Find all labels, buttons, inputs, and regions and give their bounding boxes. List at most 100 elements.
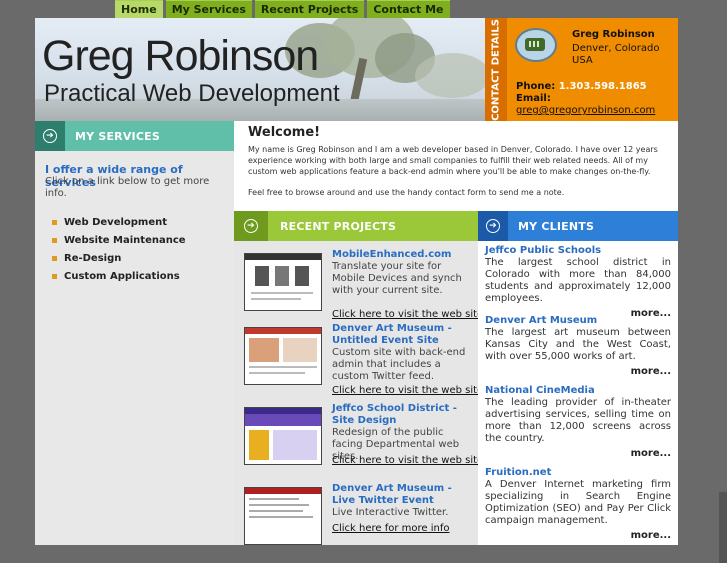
service-label: Web Development bbox=[64, 217, 168, 228]
thumbnail-block bbox=[283, 338, 317, 362]
telephone-icon bbox=[515, 28, 557, 62]
thumbnail-block bbox=[251, 298, 301, 300]
phone-number: 1.303.598.1865 bbox=[558, 81, 647, 92]
client-title[interactable]: Fruition.net bbox=[485, 467, 671, 479]
thumbnail-block bbox=[249, 498, 299, 500]
recent-projects-section: ➔ RECENT PROJECTS MobileEnhanced.com Tra… bbox=[234, 211, 483, 545]
client-title[interactable]: Denver Art Museum bbox=[485, 315, 671, 327]
arrow-right-icon: ➔ bbox=[43, 129, 57, 143]
more-link[interactable]: more... bbox=[485, 447, 671, 461]
thumbnail-block bbox=[249, 504, 309, 506]
welcome-paragraph: Feel free to browse around and use the h… bbox=[248, 188, 565, 197]
project-link[interactable]: Click here to visit the web site bbox=[332, 385, 483, 396]
tab-contact-me[interactable]: Contact Me bbox=[367, 0, 450, 18]
client-item: Denver Art Museum The largest art museum… bbox=[485, 315, 671, 379]
bullet-icon bbox=[52, 237, 57, 243]
tab-recent-projects[interactable]: Recent Projects bbox=[254, 0, 365, 18]
tab-my-services[interactable]: My Services bbox=[165, 0, 252, 18]
client-title[interactable]: National CineMedia bbox=[485, 385, 671, 397]
arrow-right-icon: ➔ bbox=[486, 219, 500, 233]
project-item: Denver Art Museum - Live Twitter Event L… bbox=[234, 483, 478, 563]
page-container: Greg Robinson Practical Web Development … bbox=[35, 18, 678, 545]
service-item-re-design[interactable]: Re-Design bbox=[52, 250, 186, 268]
contact-name: Greg Robinson bbox=[572, 29, 655, 40]
thumbnail-block bbox=[273, 430, 317, 460]
thumbnail-block bbox=[249, 430, 269, 460]
header-banner: Greg Robinson Practical Web Development bbox=[35, 18, 485, 121]
more-link[interactable]: more... bbox=[485, 529, 671, 543]
site-tagline: Practical Web Development bbox=[44, 80, 340, 107]
project-link[interactable]: Click here to visit the web site bbox=[332, 309, 483, 320]
projects-header: ➔ RECENT PROJECTS bbox=[234, 211, 478, 241]
clients-header: ➔ MY CLIENTS bbox=[478, 211, 678, 241]
services-list: Web Development Website Maintenance Re-D… bbox=[52, 214, 186, 286]
thumbnail-block bbox=[245, 414, 321, 426]
tab-home[interactable]: Home bbox=[115, 0, 163, 18]
service-item-custom-applications[interactable]: Custom Applications bbox=[52, 268, 186, 286]
thumbnail-bar bbox=[245, 488, 321, 494]
welcome-section: Welcome! My name is Greg Robinson and I … bbox=[248, 125, 668, 198]
projects-arrow-box: ➔ bbox=[234, 211, 268, 241]
project-thumbnail[interactable] bbox=[244, 327, 322, 385]
services-heading: MY SERVICES bbox=[75, 129, 160, 143]
services-header: ➔ MY SERVICES bbox=[35, 121, 234, 151]
email-link[interactable]: greg@gregoryrobinson.com bbox=[516, 105, 655, 116]
client-item: Jeffco Public Schools The largest school… bbox=[485, 245, 671, 321]
project-link[interactable]: Click here to visit the web site bbox=[332, 455, 483, 466]
more-link[interactable]: more... bbox=[485, 365, 671, 379]
site-title[interactable]: Greg Robinson bbox=[42, 32, 319, 81]
thumbnail-block bbox=[255, 266, 269, 286]
bullet-icon bbox=[52, 273, 57, 279]
thumbnail-block bbox=[249, 510, 303, 512]
top-navigation: Home My Services Recent Projects Contact… bbox=[115, 0, 453, 18]
project-item: MobileEnhanced.com Translate your site f… bbox=[234, 249, 483, 329]
client-item: Fruition.net A Denver Internet marketing… bbox=[485, 467, 671, 543]
bullet-icon bbox=[52, 255, 57, 261]
clients-heading: MY CLIENTS bbox=[518, 219, 595, 233]
project-title[interactable]: Denver Art Museum - Untitled Event Site bbox=[332, 323, 476, 347]
arrow-right-icon: ➔ bbox=[244, 219, 258, 233]
client-item: National CineMedia The leading provider … bbox=[485, 385, 671, 461]
tree-image bbox=[415, 53, 485, 98]
service-item-web-development[interactable]: Web Development bbox=[52, 214, 186, 232]
project-thumbnail[interactable] bbox=[244, 407, 322, 465]
project-description: Translate your site for Mobile Devices a… bbox=[332, 261, 462, 296]
service-label: Re-Design bbox=[64, 253, 122, 264]
client-description: The leading provider of in-theater adver… bbox=[485, 397, 671, 444]
welcome-title: Welcome! bbox=[248, 125, 321, 140]
service-label: Website Maintenance bbox=[64, 235, 186, 246]
contact-details-tab: CONTACT DETAILS bbox=[485, 18, 507, 121]
thumbnail-block bbox=[249, 516, 313, 518]
services-intro-text: Click on a link below to get more info. bbox=[45, 176, 210, 199]
client-description: The largest art museum between Kansas Ci… bbox=[485, 327, 671, 362]
project-title[interactable]: MobileEnhanced.com bbox=[332, 249, 476, 261]
client-title[interactable]: Jeffco Public Schools bbox=[485, 245, 671, 257]
project-item: Jeffco School District - Site Design Red… bbox=[234, 403, 483, 483]
thumbnail-block bbox=[249, 366, 317, 368]
contact-phone: Phone: 1.303.598.1865 bbox=[516, 81, 647, 92]
email-label: Email: bbox=[516, 93, 551, 104]
scrollbar-thumb[interactable] bbox=[719, 492, 727, 563]
bullet-icon bbox=[52, 219, 57, 225]
project-link[interactable]: Click here for more info bbox=[332, 523, 450, 534]
service-label: Custom Applications bbox=[64, 271, 180, 282]
services-arrow-box: ➔ bbox=[35, 121, 65, 151]
site-header: Greg Robinson Practical Web Development … bbox=[35, 18, 678, 121]
project-thumbnail[interactable] bbox=[244, 487, 322, 545]
thumbnail-bar bbox=[245, 328, 321, 334]
thumbnail-bar bbox=[245, 254, 321, 260]
project-title[interactable]: Denver Art Museum - Live Twitter Event bbox=[332, 483, 476, 507]
client-description: A Denver Internet marketing firm special… bbox=[485, 479, 671, 526]
service-item-website-maintenance[interactable]: Website Maintenance bbox=[52, 232, 186, 250]
page-scrollbar[interactable] bbox=[678, 18, 727, 563]
project-description: Custom site with back-end admin that inc… bbox=[332, 347, 466, 382]
project-title[interactable]: Jeffco School District - Site Design bbox=[332, 403, 476, 427]
thumbnail-block bbox=[249, 372, 305, 374]
thumbnail-block bbox=[295, 266, 309, 286]
project-thumbnail[interactable] bbox=[244, 253, 322, 311]
thumbnail-block bbox=[275, 266, 289, 286]
thumbnail-block bbox=[251, 292, 313, 294]
project-item: Denver Art Museum - Untitled Event Site … bbox=[234, 323, 483, 403]
services-sidebar: ➔ MY SERVICES I offer a wide range of se… bbox=[35, 121, 234, 545]
client-description: The largest school district in Colorado … bbox=[485, 257, 671, 304]
